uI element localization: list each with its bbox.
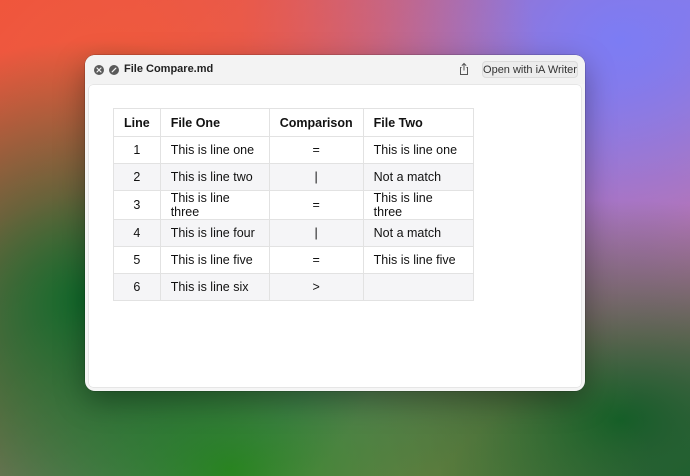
header-line: Line (113, 108, 161, 137)
cell-file-two: This is line three (362, 190, 474, 220)
cell-file-two (362, 273, 474, 301)
header-file-one: File One (159, 108, 270, 137)
quicklook-window: File Compare.md Open with iA Writer Line… (85, 55, 585, 391)
window-title: File Compare.md (124, 63, 214, 75)
cell-comparison: > (268, 273, 364, 301)
minimize-icon[interactable] (109, 65, 119, 75)
cell-comparison: = (268, 190, 364, 220)
cell-file-two: Not a match (362, 219, 474, 247)
table-row: 4 This is line four | Not a match (113, 219, 474, 247)
cell-line-number: 2 (113, 163, 161, 191)
cell-file-two: Not a match (362, 163, 474, 191)
cell-file-one: This is line four (159, 219, 270, 247)
document-content: Line File One Comparison File Two 1 This… (89, 85, 581, 387)
comparison-table: Line File One Comparison File Two 1 This… (113, 108, 474, 301)
cell-line-number: 3 (113, 190, 161, 220)
cell-comparison: | (268, 219, 364, 247)
header-file-two: File Two (362, 108, 474, 137)
table-row: 5 This is line five = This is line five (113, 246, 474, 274)
cell-file-one: This is line one (159, 136, 270, 164)
close-icon[interactable] (94, 65, 104, 75)
cell-line-number: 1 (113, 136, 161, 164)
header-comparison: Comparison (268, 108, 364, 137)
cell-line-number: 6 (113, 273, 161, 301)
table-header-row: Line File One Comparison File Two (113, 108, 474, 137)
cell-comparison: = (268, 246, 364, 274)
table-row: 6 This is line six > (113, 273, 474, 301)
open-with-app-button[interactable]: Open with iA Writer (482, 61, 578, 78)
cell-file-one: This is line three (159, 190, 270, 220)
table-row: 2 This is line two | Not a match (113, 163, 474, 191)
cell-file-one: This is line two (159, 163, 270, 191)
table-row: 3 This is line three = This is line thre… (113, 190, 474, 220)
cell-file-one: This is line six (159, 273, 270, 301)
cell-line-number: 4 (113, 219, 161, 247)
cell-line-number: 5 (113, 246, 161, 274)
title-bar: File Compare.md Open with iA Writer (85, 55, 585, 84)
cell-file-two: This is line one (362, 136, 474, 164)
cell-file-one: This is line five (159, 246, 270, 274)
cell-comparison: | (268, 163, 364, 191)
cell-comparison: = (268, 136, 364, 164)
table-row: 1 This is line one = This is line one (113, 136, 474, 164)
cell-file-two: This is line five (362, 246, 474, 274)
share-icon[interactable] (457, 62, 471, 76)
